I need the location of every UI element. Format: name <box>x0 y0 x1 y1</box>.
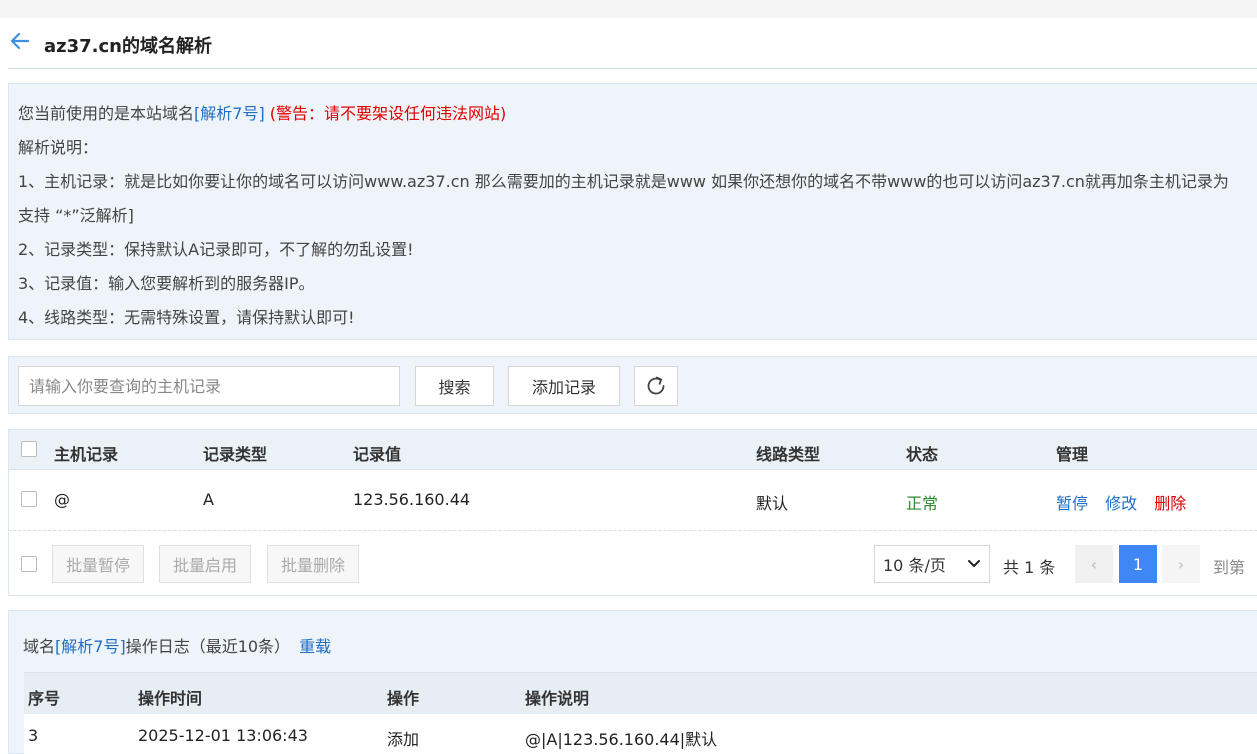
log-cell-op: 添加 <box>387 730 420 749</box>
select-all-checkbox[interactable] <box>21 441 37 457</box>
column-header-status: 状态 <box>906 445 939 464</box>
goto-page-label: 到第 <box>1213 558 1246 577</box>
notice-line-type: 4、线路类型：无需特殊设置，请保持默认即可! <box>18 308 355 327</box>
cell-line: 默认 <box>756 494 789 513</box>
back-arrow-icon[interactable] <box>10 31 30 51</box>
host-search-input[interactable] <box>18 366 400 406</box>
log-column-no: 序号 <box>28 689 61 708</box>
bulk-actions-bar: 批量暂停 批量启用 批量删除 10 条/页 共 1 条 ‹ 1 › 到第 <box>8 532 1257 596</box>
notice-panel: 您当前使用的是本站域名[解析7号] (警告：请不要架设任何违法网站) 解析说明：… <box>8 83 1257 340</box>
bulk-select-checkbox[interactable] <box>21 556 37 572</box>
delete-record-link[interactable]: 删除 <box>1154 494 1186 513</box>
column-header-line: 线路类型 <box>756 445 821 464</box>
edit-record-link[interactable]: 修改 <box>1105 494 1137 513</box>
column-header-type: 记录类型 <box>203 445 268 464</box>
notice-record-type: 2、记录类型：保持默认A记录即可，不了解的勿乱设置! <box>18 240 414 259</box>
notice-record-value: 3、记录值：输入您要解析到的服务器IP。 <box>18 274 315 293</box>
log-row: 3 2025-12-01 13:06:43 添加 @|A|123.56.160.… <box>24 714 1257 754</box>
log-column-desc: 操作说明 <box>525 689 590 708</box>
page-header: az37.cn的域名解析 <box>0 18 1257 68</box>
table-header: 主机记录 记录类型 记录值 线路类型 状态 管理 <box>8 429 1257 470</box>
log-column-op: 操作 <box>387 689 420 708</box>
page-size-value: 10 条/页 <box>883 556 946 575</box>
search-button[interactable]: 搜索 <box>415 366 494 406</box>
reload-log-link[interactable]: 重载 <box>299 637 331 656</box>
notice-host-record: 1、主机记录：就是比如你要让你的域名可以访问www.az37.cn 那么需要加的… <box>18 172 1229 191</box>
notice-wildcard: 支持 “*”泛解析] <box>18 206 134 225</box>
pause-record-link[interactable]: 暂停 <box>1056 494 1088 513</box>
total-count: 共 1 条 <box>1003 558 1056 577</box>
notice-domain-name: [解析7号] <box>194 104 265 123</box>
cell-type: A <box>203 490 214 509</box>
bulk-enable-button[interactable]: 批量启用 <box>159 545 251 583</box>
operation-log-panel: 域名[解析7号]操作日志（最近10条） 重载 序号 操作时间 操作 操作说明 3… <box>8 610 1257 754</box>
header-divider <box>8 68 1257 69</box>
log-domain-name: [解析7号] <box>55 637 126 656</box>
refresh-icon <box>647 376 665 395</box>
refresh-button[interactable] <box>634 366 678 406</box>
notice-prefix: 您当前使用的是本站域名 <box>18 104 195 123</box>
chevron-down-icon <box>968 560 980 567</box>
add-record-button[interactable]: 添加记录 <box>508 366 620 406</box>
page-1-button[interactable]: 1 <box>1119 545 1157 583</box>
log-title: 域名[解析7号]操作日志（最近10条） 重载 <box>23 633 331 657</box>
page-size-select[interactable]: 10 条/页 <box>874 545 990 583</box>
row-actions: 暂停 修改 删除 <box>1056 490 1186 514</box>
log-title-prefix: 域名 <box>23 637 56 656</box>
bulk-pause-button[interactable]: 批量暂停 <box>52 545 144 583</box>
record-toolbar: 搜索 添加记录 <box>8 356 1257 414</box>
page-title: az37.cn的域名解析 <box>44 36 212 57</box>
log-table-header: 序号 操作时间 操作 操作说明 <box>24 672 1257 715</box>
bulk-delete-button[interactable]: 批量删除 <box>267 545 359 583</box>
log-title-suffix: 操作日志（最近10条） <box>125 637 291 656</box>
column-header-host: 主机记录 <box>54 445 119 464</box>
row-checkbox[interactable] <box>21 491 37 507</box>
notice-warning: (警告：请不要架设任何违法网站) <box>269 104 507 123</box>
cell-value: 123.56.160.44 <box>353 490 471 509</box>
log-cell-desc: @|A|123.56.160.44|默认 <box>525 730 718 749</box>
cell-host: @ <box>54 490 70 509</box>
notice-line-domain: 您当前使用的是本站域名[解析7号] (警告：请不要架设任何违法网站) <box>18 100 506 124</box>
next-page-button[interactable]: › <box>1162 545 1200 583</box>
page: az37.cn的域名解析 您当前使用的是本站域名[解析7号] (警告：请不要架设… <box>0 18 1257 754</box>
notice-heading: 解析说明： <box>18 138 99 157</box>
column-header-value: 记录值 <box>353 445 402 464</box>
prev-page-button[interactable]: ‹ <box>1075 545 1113 583</box>
log-cell-no: 3 <box>28 726 39 745</box>
table-row: @ A 123.56.160.44 默认 正常 暂停 修改 删除 <box>8 470 1257 531</box>
status-badge: 正常 <box>906 494 939 513</box>
log-column-time: 操作时间 <box>138 689 203 708</box>
log-cell-time: 2025-12-01 13:06:43 <box>138 726 308 745</box>
column-header-manage: 管理 <box>1056 445 1089 464</box>
